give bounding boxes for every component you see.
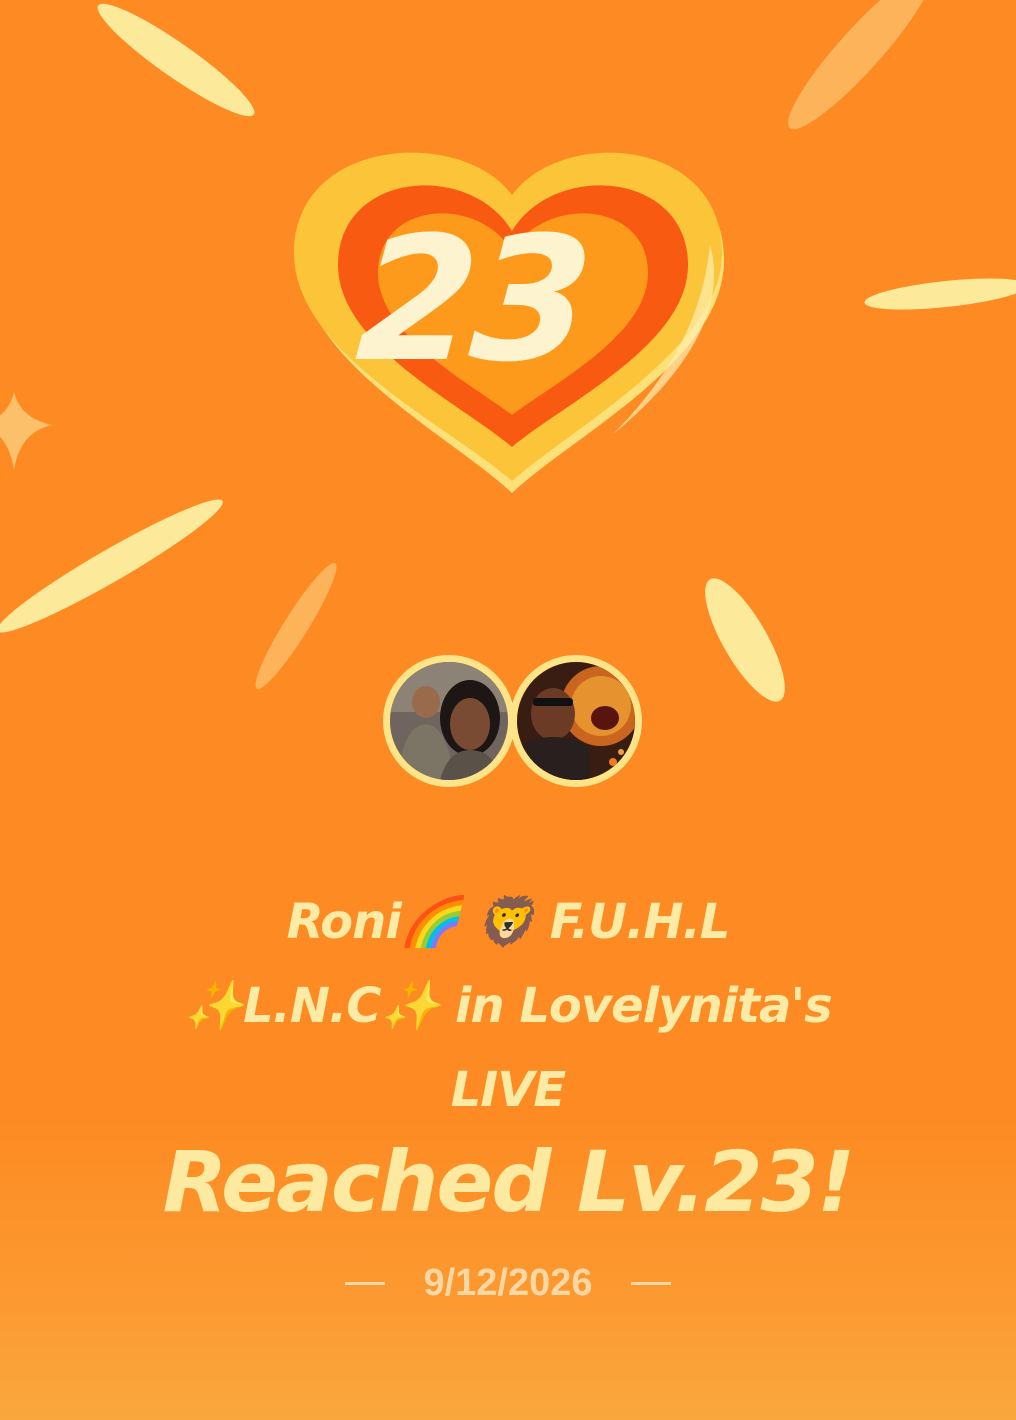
avatar-group xyxy=(380,655,642,801)
live-title: Roni🌈 🦁 F.U.H.L ✨L.N.C✨ in Lovelynita's … xyxy=(40,880,976,1132)
divider-right xyxy=(630,1281,671,1285)
level-up-card: 23 Roni🌈 🦁 F.U.H.L ✨L.N.C✨ in Lovelynita… xyxy=(0,0,1016,1420)
ray-left xyxy=(0,499,223,633)
ray-bottom-right xyxy=(705,578,785,702)
divider-left xyxy=(345,1281,386,1285)
date-row: 9/12/2026 xyxy=(0,1258,1016,1308)
title-line-2: ✨L.N.C✨ in Lovelynita's xyxy=(184,978,832,1034)
roni-avatar-image xyxy=(390,662,508,780)
avatar-roni[interactable] xyxy=(383,655,515,787)
ray-bottom-left-faint xyxy=(255,562,337,690)
level-number: 23 xyxy=(351,199,593,400)
reached-level-headline: Reached Lv.23! xyxy=(162,1133,856,1231)
title-line-3: LIVE xyxy=(450,1062,566,1118)
avatar-lion[interactable] xyxy=(510,655,642,787)
ray-top-right-faint xyxy=(788,0,932,130)
title-line-1: Roni🌈 🦁 F.U.H.L xyxy=(286,894,731,950)
ray-top-left xyxy=(97,3,255,117)
lion-avatar-image xyxy=(517,662,635,780)
sparkle-shape xyxy=(0,392,52,470)
date-label: 9/12/2026 xyxy=(423,1261,593,1304)
ray-right xyxy=(864,278,1016,310)
